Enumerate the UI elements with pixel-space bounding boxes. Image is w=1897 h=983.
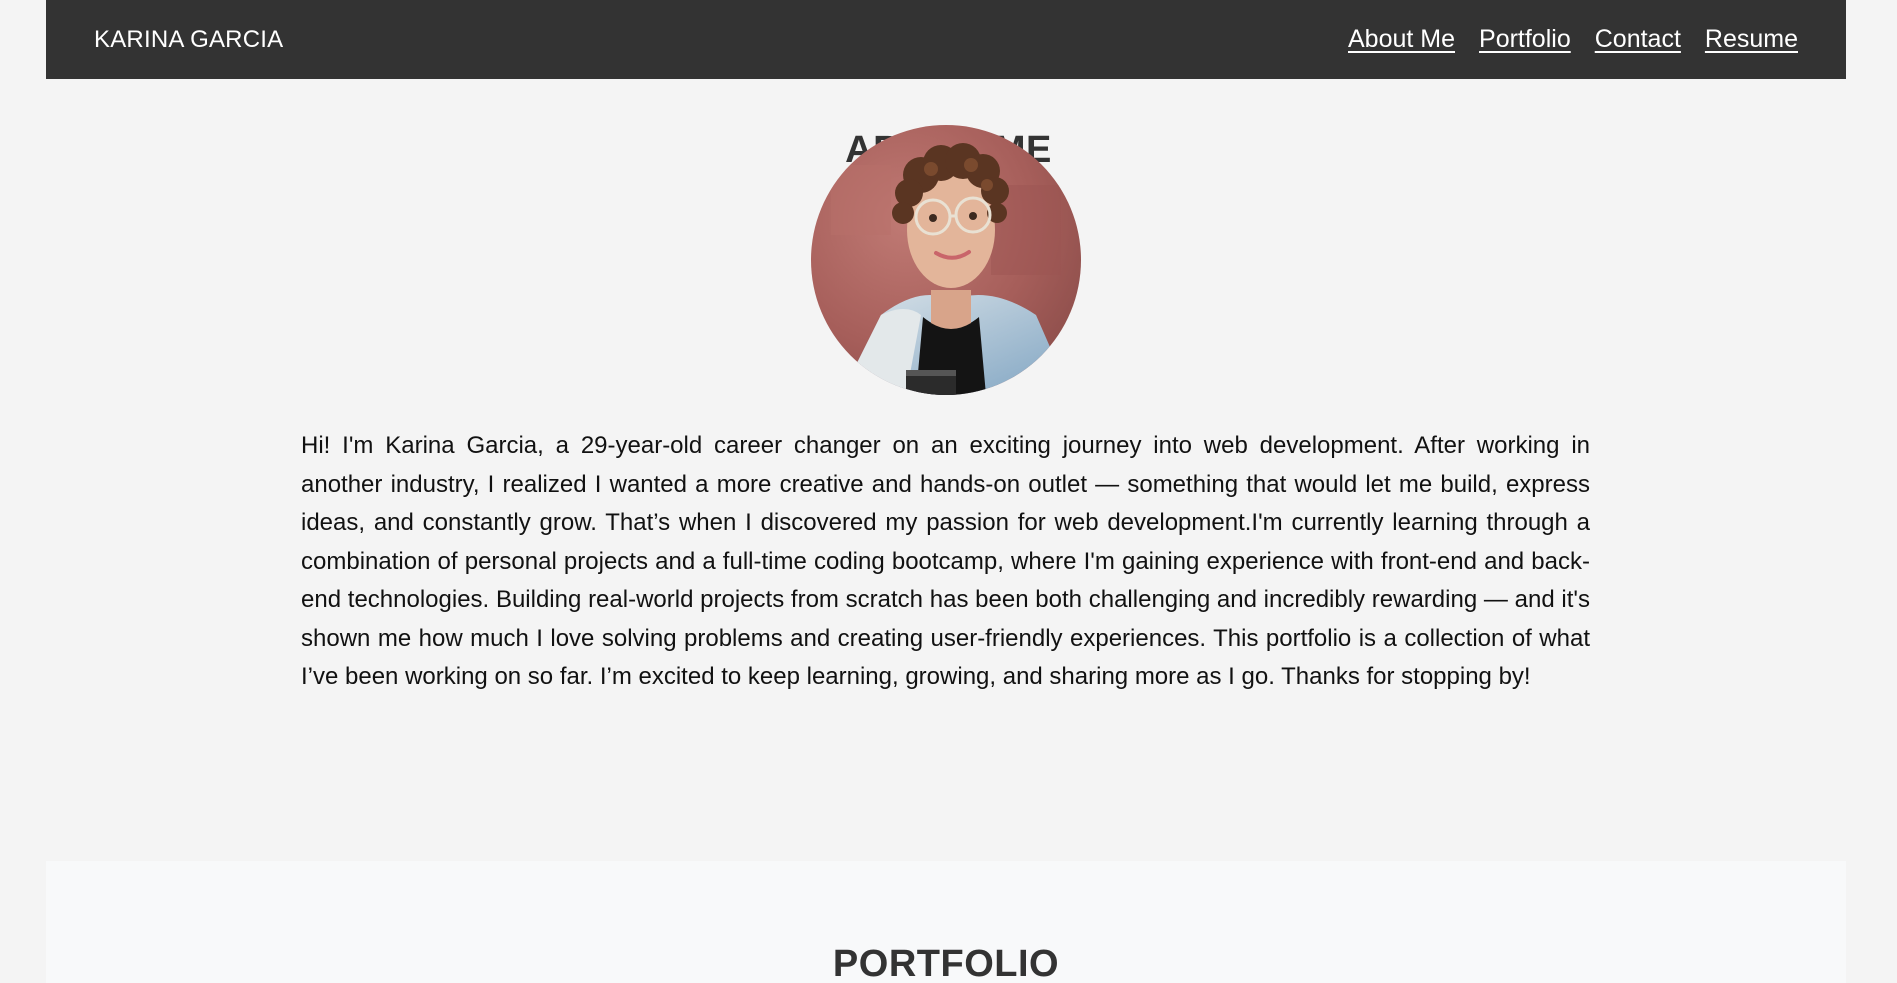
portfolio-title: PORTFOLIO (832, 943, 1060, 983)
profile-photo (811, 125, 1081, 395)
nav-link-about[interactable]: About Me (1348, 25, 1455, 54)
nav-link-portfolio[interactable]: Portfolio (1479, 25, 1571, 54)
main-nav: About Me Portfolio Contact Resume (1348, 25, 1798, 54)
nav-link-contact[interactable]: Contact (1595, 25, 1681, 54)
nav-link-resume[interactable]: Resume (1705, 25, 1798, 54)
about-bio: Hi! I'm Karina Garcia, a 29-year-old car… (301, 432, 1590, 690)
top-navbar: KARINA GARCIA About Me Portfolio Contact… (46, 0, 1846, 79)
portfolio-section: PORTFOLIO (46, 861, 1846, 983)
page: KARINA GARCIA About Me Portfolio Contact… (0, 0, 1897, 983)
site-brand[interactable]: KARINA GARCIA (94, 26, 283, 54)
